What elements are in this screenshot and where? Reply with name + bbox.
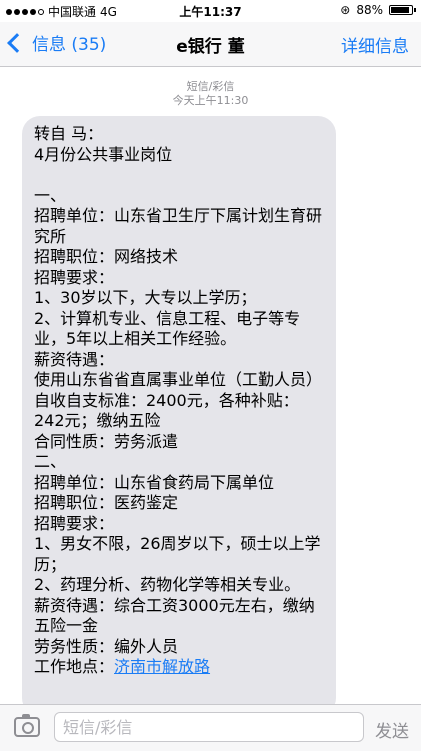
message-meta: 短信/彩信 今天上午11:30 xyxy=(0,80,421,108)
send-button[interactable]: 发送 xyxy=(375,717,409,742)
details-button[interactable]: 详细信息 xyxy=(341,32,409,57)
message-input[interactable] xyxy=(54,712,364,742)
service-label: 短信/彩信 xyxy=(186,80,235,93)
message-bubble[interactable]: 转自 马： 4月份公共事业岗位 一、 招聘单位：山东省卫生厅下属计划生育研究所 … xyxy=(22,116,336,716)
battery-percent: 88% xyxy=(356,3,383,17)
message-text: 转自 马： 4月份公共事业岗位 一、 招聘单位：山东省卫生厅下属计划生育研究所 … xyxy=(34,124,323,676)
camera-icon[interactable] xyxy=(14,714,40,737)
status-bar: 中国联通 4G 上午11:37 ⊛ 88% xyxy=(0,0,421,22)
input-bar: 发送 xyxy=(0,704,421,751)
rotation-lock-icon: ⊛ xyxy=(340,3,351,17)
navigation-bar: 信息 (35) e银行 董 详细信息 xyxy=(0,22,421,67)
battery-icon xyxy=(389,5,416,15)
status-right: ⊛ 88% xyxy=(340,3,416,17)
message-timestamp: 今天上午11:30 xyxy=(172,94,249,107)
address-link[interactable]: 济南市解放路 xyxy=(114,657,210,676)
